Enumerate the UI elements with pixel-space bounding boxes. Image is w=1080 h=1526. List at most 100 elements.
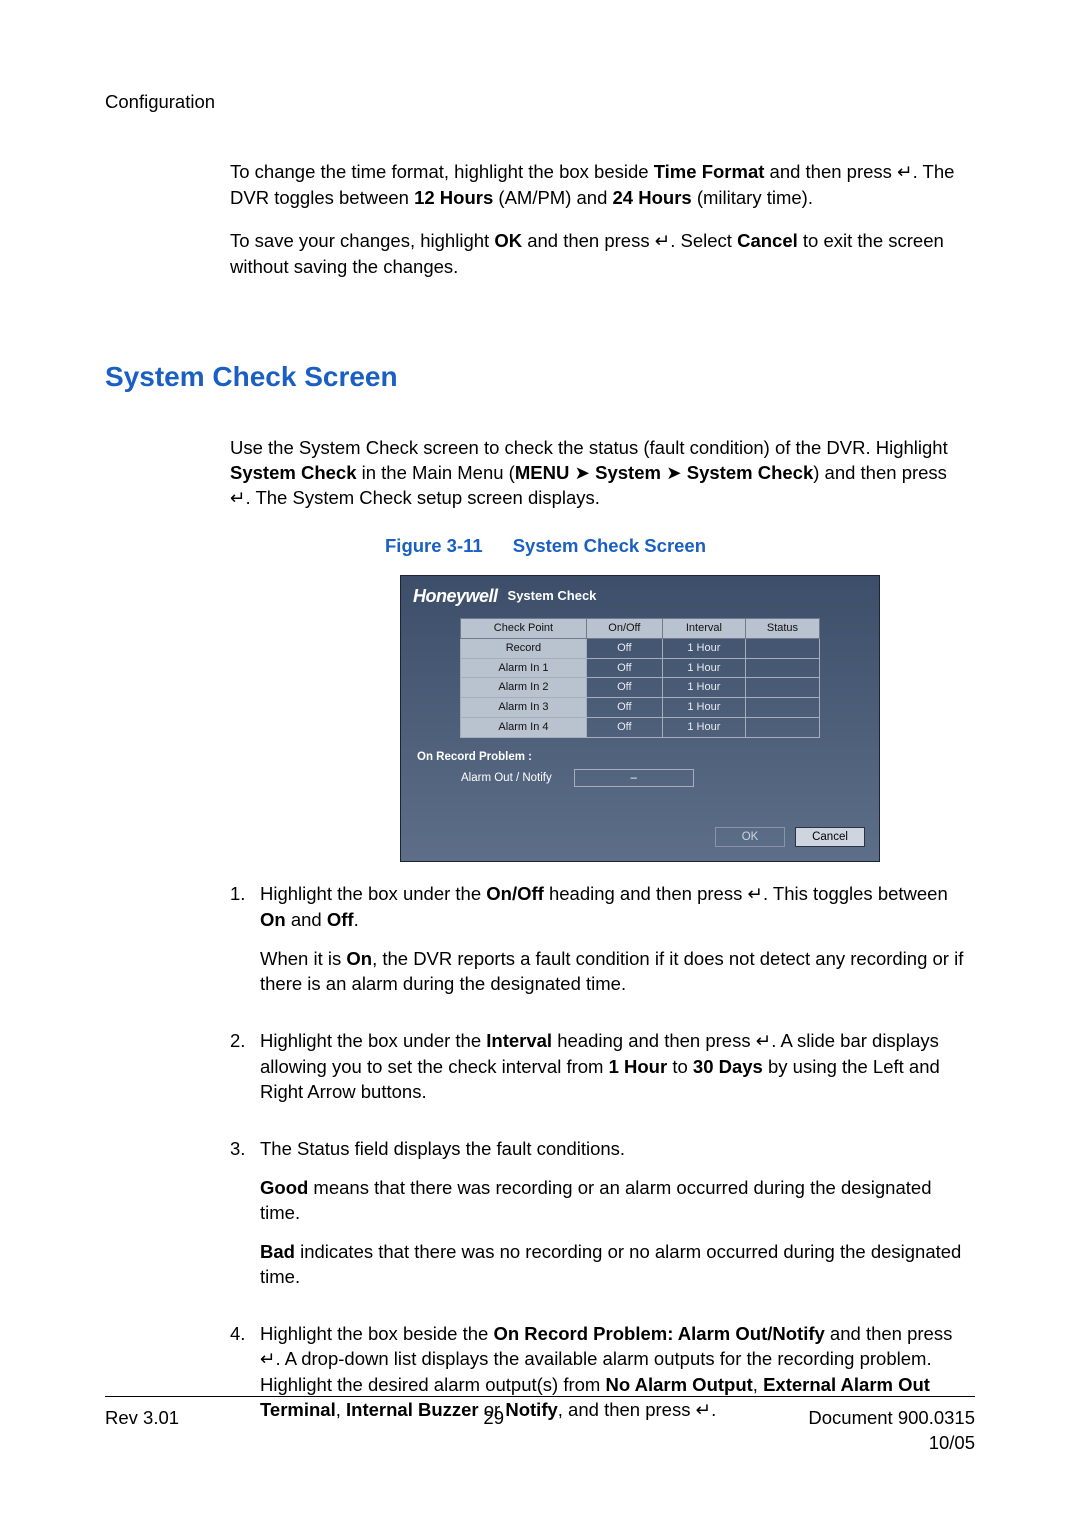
text: means that there was recording or an ala…	[260, 1177, 931, 1223]
footer-date: 10/05	[929, 1432, 975, 1453]
status-cell	[745, 638, 819, 658]
footer-document: Document 900.0315	[808, 1407, 975, 1428]
bold-text: Good	[260, 1177, 308, 1198]
figure-label: Figure 3-11	[385, 535, 483, 556]
check-point-cell: Alarm In 1	[461, 658, 587, 678]
bold-text: On	[346, 948, 372, 969]
text: indicates that there was no recording or…	[260, 1241, 961, 1287]
alarm-out-notify-value[interactable]: –	[574, 769, 694, 787]
onoff-cell[interactable]: Off	[586, 678, 662, 698]
column-header: Check Point	[461, 618, 587, 638]
column-header: Interval	[662, 618, 745, 638]
list-item: 1.Highlight the box under the On/Off hea…	[230, 882, 970, 1011]
text: The Status field displays the fault cond…	[260, 1138, 625, 1159]
text: and then press	[825, 1323, 953, 1344]
step-body: Highlight the box under the On/Off headi…	[260, 882, 970, 1011]
table-row: Alarm In 3Off1 Hour	[461, 698, 820, 718]
status-cell	[745, 718, 819, 738]
enter-icon: ↵	[655, 231, 671, 252]
text: ,	[753, 1374, 763, 1395]
system-check-table: Check PointOn/OffIntervalStatus RecordOf…	[460, 618, 820, 738]
step-text: Good means that there was recording or a…	[260, 1176, 970, 1226]
step-text: The Status field displays the fault cond…	[260, 1137, 970, 1162]
interval-cell[interactable]: 1 Hour	[662, 658, 745, 678]
ok-button[interactable]: OK	[715, 827, 785, 847]
figure-title: System Check Screen	[513, 535, 706, 556]
step-text: Highlight the box under the Interval hea…	[260, 1029, 970, 1105]
table-row: Alarm In 1Off1 Hour	[461, 658, 820, 678]
section-paragraph: Use the System Check screen to check the…	[230, 436, 970, 512]
step-number: 3.	[230, 1137, 260, 1304]
onoff-cell[interactable]: Off	[586, 718, 662, 738]
column-header: On/Off	[586, 618, 662, 638]
footer-page-number: 29	[483, 1406, 504, 1456]
figure-caption: Figure 3-11 System Check Screen	[385, 534, 970, 559]
enter-icon: ↵	[230, 488, 246, 509]
text: Highlight the box under the	[260, 883, 486, 904]
ok-bold: OK	[494, 230, 522, 251]
interval-cell[interactable]: 1 Hour	[662, 638, 745, 658]
status-cell	[745, 658, 819, 678]
page-footer: Rev 3.01 29 Document 900.0315 10/05	[105, 1406, 975, 1456]
system-check-bold: System Check	[687, 462, 813, 483]
enter-icon: ↵	[747, 884, 763, 905]
alarm-out-notify-label: Alarm Out / Notify	[461, 771, 552, 787]
page-header: Configuration	[105, 90, 975, 115]
status-cell	[745, 678, 819, 698]
check-point-cell: Alarm In 3	[461, 698, 587, 718]
check-point-cell: Alarm In 4	[461, 718, 587, 738]
status-cell	[745, 698, 819, 718]
bold-text: 30 Days	[693, 1056, 763, 1077]
cancel-bold: Cancel	[737, 230, 798, 251]
step-number: 2.	[230, 1029, 260, 1119]
text: Use the System Check screen to check the…	[230, 437, 948, 458]
enter-icon: ↵	[260, 1349, 276, 1370]
arrow-icon: ➤	[666, 462, 682, 483]
step-text: Highlight the box under the On/Off headi…	[260, 882, 970, 933]
footer-rule	[105, 1396, 975, 1397]
bold-text: Off	[327, 909, 354, 930]
interval-cell[interactable]: 1 Hour	[662, 698, 745, 718]
honeywell-logo: Honeywell	[413, 584, 498, 608]
text: Highlight the box beside the	[260, 1323, 493, 1344]
time-format-bold: Time Format	[654, 161, 765, 182]
text: and then press	[764, 161, 897, 182]
intro-paragraph-1: To change the time format, highlight the…	[230, 160, 970, 211]
interval-cell[interactable]: 1 Hour	[662, 718, 745, 738]
section-heading: System Check Screen	[105, 358, 975, 396]
bold-text: On/Off	[486, 883, 544, 904]
step-number: 1.	[230, 882, 260, 1011]
onoff-cell[interactable]: Off	[586, 638, 662, 658]
bold-text: No Alarm Output	[605, 1374, 752, 1395]
onoff-cell[interactable]: Off	[586, 658, 662, 678]
text: To save your changes, highlight	[230, 230, 494, 251]
text: (military time).	[692, 187, 813, 208]
text: ) and then press	[813, 462, 947, 483]
step-text: When it is On, the DVR reports a fault c…	[260, 947, 970, 997]
enter-icon: ↵	[756, 1031, 772, 1052]
table-row: RecordOff1 Hour	[461, 638, 820, 658]
bold-text: On Record Problem: Alarm Out/Notify	[493, 1323, 824, 1344]
interval-cell[interactable]: 1 Hour	[662, 678, 745, 698]
text: in the Main Menu (	[356, 462, 514, 483]
cancel-button[interactable]: Cancel	[795, 827, 865, 847]
system-check-bold: System Check	[230, 462, 356, 483]
text: and	[286, 909, 327, 930]
text: .	[354, 909, 359, 930]
bold-text: 1 Hour	[609, 1056, 668, 1077]
on-record-problem-label: On Record Problem :	[417, 750, 879, 766]
system-bold: System	[595, 462, 661, 483]
step-body: Highlight the box under the Interval hea…	[260, 1029, 970, 1119]
bold-text: Interval	[486, 1030, 552, 1051]
window-title: System Check	[508, 587, 597, 605]
footer-rev: Rev 3.01	[105, 1406, 179, 1456]
table-row: Alarm In 2Off1 Hour	[461, 678, 820, 698]
twelve-hours-bold: 12 Hours	[414, 187, 493, 208]
bold-text: Bad	[260, 1241, 295, 1262]
onoff-cell[interactable]: Off	[586, 698, 662, 718]
twenty-four-hours-bold: 24 Hours	[613, 187, 692, 208]
system-check-screenshot: Honeywell System Check Check PointOn/Off…	[400, 575, 880, 863]
text: heading and then press	[552, 1030, 756, 1051]
text: to	[667, 1056, 693, 1077]
enter-icon: ↵	[897, 162, 913, 183]
